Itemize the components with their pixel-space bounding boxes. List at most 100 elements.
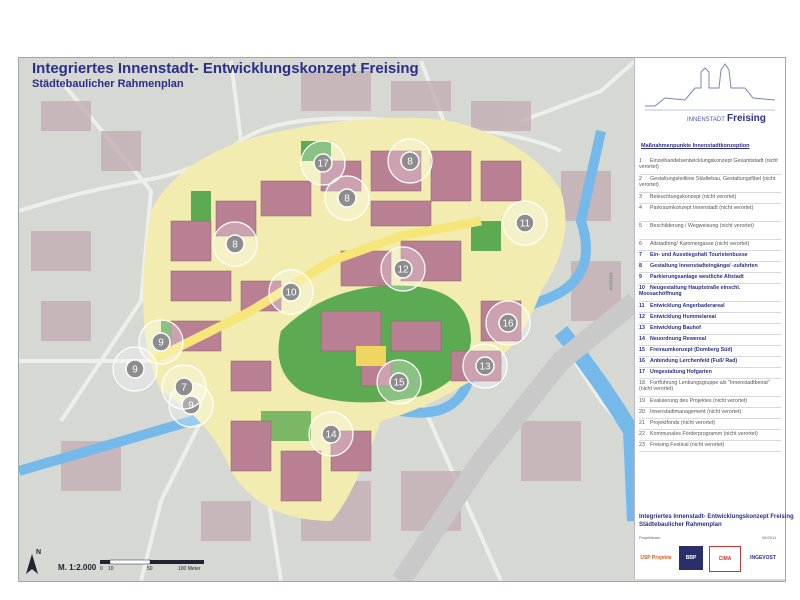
legend-item-13: 13 Entwicklung Bauhof [639,325,781,331]
legend-item-label: Neuordnung Rewereal [650,336,707,342]
legend-item-10: 10 Neugestaltung Hauptstraße einschl. Moo… [639,285,781,298]
legend-item-22: 22 Kommunales Förderprogramm (nicht veror… [639,431,781,437]
legend-item-number: 5 [639,223,642,229]
legend-divider [639,451,781,452]
legend-item-number: 20 [639,409,645,415]
legend-item-label: Umgestaltung Hofgarten [650,369,712,375]
legend-item-label: Beschilderung / Wegweisung (nicht verort… [650,223,754,229]
legend-divider [639,429,781,430]
legend-divider [639,272,781,273]
legend-footer-subtitle: Städtebaulicher Rahmenplan [639,522,722,528]
legend-item-label: Projektfonds (nicht verortet) [650,420,716,426]
legend-item-label: Freiraumkonzept (Domberg Süd) [650,347,733,353]
marker-label: 15 [393,378,405,389]
marker-label: 12 [397,265,409,276]
legend-item-number: 4 [639,205,642,211]
legend-item-number: 6 [639,241,642,247]
legend-item-label: Kommunales Förderprogramm (nicht verorte… [650,431,758,437]
legend-item-23: 23 Freising Festival (nicht verortet) [639,442,781,448]
logo-bbp: BBP [679,546,703,570]
legend-item-label: Parkierungsanlage westliche Altstadt [650,274,744,280]
map-subtitle: Städtebaulicher Rahmenplan [32,78,184,90]
legend-item-9: 9 Parkierungsanlage westliche Altstadt [639,274,781,280]
legend-item-label: Ein- und Ausstiegshalt Touristenbusse [650,252,748,258]
legend-item-12: 12 Entwicklung Hummelareal [639,314,781,320]
legend-item-number: 21 [639,420,645,426]
legend-item-11: 11 Entwicklung Angerbaderareal [639,303,781,309]
marker-label: 17 [317,159,329,170]
legend-panel: INNENSTADT Freising Maßnahmenpunkte Inne… [634,58,794,579]
legend-item-number: 16 [639,358,645,364]
legend-item-label: Beleuchtungskonzept (nicht verortet) [650,194,737,200]
legend-item-label: Gestaltungsleitlinie Städtebau, Gestaltu… [639,176,776,189]
map-title: Integriertes Innenstadt- Entwicklungskon… [32,60,419,77]
legend-item-4: 4 Parkraumkonzept Innenstadt (nicht veror… [639,205,781,211]
legend-item-number: 9 [639,274,642,280]
marker-label: 11 [520,219,531,230]
legend-item-label: Parkraumkonzept Innenstadt (nicht verort… [650,205,754,211]
legend-item-label: Altstadtring/ Kammergasse (nicht verorte… [650,241,750,247]
legend-divider [639,203,781,204]
legend-divider [639,301,781,302]
legend-footer-title: Integriertes Innenstadt- Entwicklungskon… [639,514,794,520]
legend-divider [639,367,781,368]
legend-item-3: 3 Beleuchtungskonzept (nicht verortet) [639,194,781,200]
scale-tick-100: 100 Meter [178,566,201,572]
scale-tick-0: 0 [100,566,103,572]
logo-usp: USP Projekte [640,555,672,561]
legend-item-16: 16 Anbindung Lerchenfeld (Fuß/ Rad) [639,358,781,364]
legend-item-17: 17 Umgestaltung Hofgarten [639,369,781,375]
legend-item-number: 7 [639,252,642,258]
legend-item-number: 22 [639,431,645,437]
marker-label: 8 [344,194,350,205]
side-note: ▮▮▮▮▮▮▮▮ [608,272,613,290]
legend-item-number: 12 [639,314,645,320]
legend-divider [639,221,781,222]
legend-divider [639,396,781,397]
legend-divider [639,440,781,441]
legend-item-2: 2 Gestaltungsleitlinie Städtebau, Gestalt… [639,176,781,189]
legend-heading: Maßnahmenpunkte Innenstadtkonzeption [641,143,750,149]
scale-tick-10: 10 [108,566,114,572]
brand-large: Freising [727,113,766,124]
marker-label: 8 [407,157,413,168]
brand-small: INNENSTADT [687,117,725,123]
legend-item-number: 13 [639,325,645,331]
legend-item-21: 21 Projektfonds (nicht verortet) [639,420,781,426]
marker-label: 10 [285,288,297,299]
legend-item-14: 14 Neuordnung Rewereal [639,336,781,342]
legend-item-number: 19 [639,398,645,404]
legend-divider [639,418,781,419]
marker-label: 9 [132,365,138,376]
legend-item-number: 15 [639,347,645,353]
legend-footer-left: Projektteam [639,535,661,540]
legend-divider [639,312,781,313]
legend-divider [639,250,781,251]
marker-label: 13 [479,362,491,373]
legend-item-19: 19 Evaluierung des Projektes (nicht veror… [639,398,781,404]
legend-item-7: 7 Ein- und Ausstiegshalt Touristenbusse [639,252,781,258]
legend-item-number: 14 [639,336,645,342]
marker-label: 8 [232,240,238,251]
legend-item-number: 11 [639,303,645,309]
legend-divider [639,174,781,175]
legend-item-1: 1 Einzelhandelsentwicklungskonzept Gesamt… [639,158,781,171]
legend-divider [639,283,781,284]
legend-item-label: Entwicklung Angerbaderareal [650,303,725,309]
legend-item-label: Evaluierung des Projektes (nicht verorte… [650,398,748,404]
legend-item-8: 8 Gestaltung Innenstadteingänge/ -zufahrt… [639,263,781,269]
legend-divider [639,261,781,262]
legend-item-label: Fortführung Lenkungsgruppe als "Innensta… [639,380,770,393]
marker-label: 9 [158,338,164,349]
legend-item-label: Freising Festival (nicht verortet) [650,442,725,448]
legend-item-5: 5 Beschilderung / Wegweisung (nicht veror… [639,223,781,229]
north-label: N [36,549,42,556]
legend-item-18: 18 Fortführung Lenkungsgruppe als "Innens… [639,380,781,393]
freising-logo: INNENSTADT Freising [635,58,785,134]
logo-ingevost: INGEVOST [750,555,776,561]
legend-item-label: Entwicklung Hummelareal [650,314,716,320]
legend-item-number: 17 [639,369,645,375]
scale-tick-50: 50 [147,566,153,572]
legend-item-number: 8 [639,263,642,269]
legend-item-label: Anbindung Lerchenfeld (Fuß/ Rad) [650,358,738,364]
